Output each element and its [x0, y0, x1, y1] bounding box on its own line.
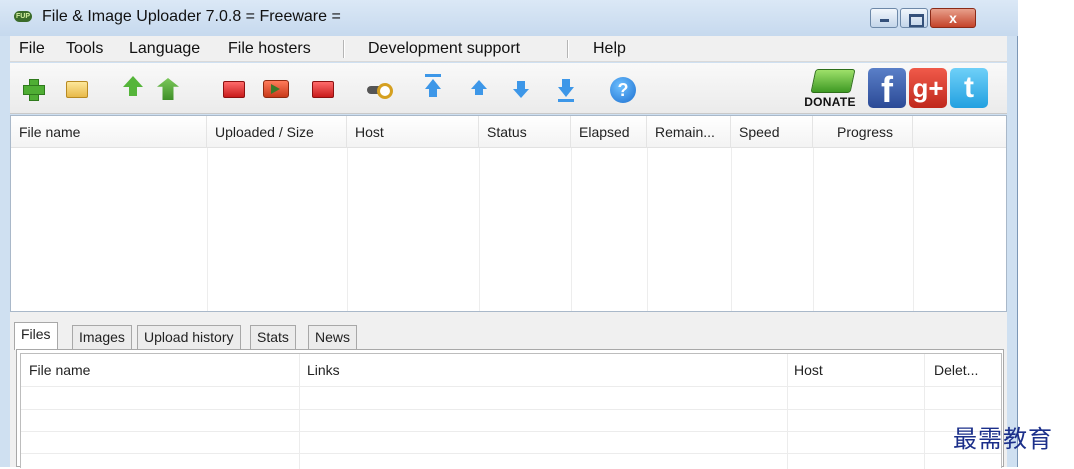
column-divider	[731, 148, 732, 311]
upload-list-header: File name Uploaded / Size Host Status El…	[11, 116, 1006, 148]
menu-tools[interactable]: Tools	[66, 40, 103, 58]
table-row	[21, 453, 1001, 454]
table-row	[21, 386, 1001, 387]
tab-files[interactable]: Files	[14, 322, 58, 350]
upload-all-icon[interactable]	[157, 78, 179, 100]
column-header-speed[interactable]: Speed	[731, 116, 813, 148]
menu-file[interactable]: File	[19, 40, 45, 58]
menu-separator	[343, 40, 345, 58]
money-icon	[810, 69, 856, 93]
move-down-icon[interactable]	[513, 81, 529, 98]
move-to-bottom-icon[interactable]	[558, 79, 574, 102]
column-header-progress[interactable]: Progress	[813, 116, 913, 148]
app-logo-icon: FUP	[14, 11, 32, 22]
tab-upload-history[interactable]: Upload history	[137, 325, 241, 349]
menu-development-support[interactable]: Development support	[368, 40, 520, 58]
stop-icon[interactable]	[312, 81, 334, 98]
column-divider	[299, 354, 300, 469]
title-bar[interactable]: FUP File & Image Uploader 7.0.8 = Freewa…	[0, 0, 1018, 36]
tab-news[interactable]: News	[308, 325, 358, 349]
twitter-icon[interactable]: t	[950, 68, 988, 108]
tab-images[interactable]: Images	[72, 325, 132, 349]
toolbar: ? DONATE f g+ t	[10, 63, 1007, 114]
column-header-host[interactable]: Host	[788, 354, 823, 386]
minimize-button[interactable]	[870, 8, 898, 28]
move-to-top-icon[interactable]	[425, 74, 441, 97]
column-header-file-name[interactable]: File name	[11, 116, 207, 148]
help-icon[interactable]: ?	[610, 77, 636, 103]
column-divider	[479, 148, 480, 311]
menu-language[interactable]: Language	[129, 40, 200, 58]
add-files-icon[interactable]	[22, 78, 45, 101]
column-divider	[813, 148, 814, 311]
tab-stats[interactable]: Stats	[250, 325, 296, 349]
column-header-elapsed[interactable]: Elapsed	[571, 116, 647, 148]
close-button[interactable]: x	[930, 8, 976, 28]
column-divider	[347, 148, 348, 311]
column-header-delete[interactable]: Delet...	[928, 354, 978, 386]
close-icon: x	[949, 10, 957, 26]
column-header-remaining[interactable]: Remain...	[647, 116, 731, 148]
window-title: File & Image Uploader 7.0.8 = Freeware =	[42, 8, 341, 25]
accounts-key-icon[interactable]	[367, 83, 393, 99]
menu-file-hosters[interactable]: File hosters	[228, 40, 311, 58]
column-divider	[647, 148, 648, 311]
menu-separator	[567, 40, 569, 58]
maximize-button[interactable]	[900, 8, 928, 28]
column-header-uploaded-size[interactable]: Uploaded / Size	[207, 116, 347, 148]
upload-queue-list[interactable]: File name Uploaded / Size Host Status El…	[10, 115, 1007, 312]
column-header-status[interactable]: Status	[479, 116, 571, 148]
upload-icon[interactable]	[123, 76, 143, 96]
column-divider	[787, 354, 788, 469]
bottom-tab-area: Files Images Upload history Stats News F…	[10, 312, 1007, 469]
menu-help[interactable]: Help	[593, 40, 626, 58]
watermark-text: 最需教育	[953, 425, 1053, 453]
tab-panel-files: File name Links Host Delet...	[16, 349, 1004, 469]
add-folder-icon[interactable]	[66, 81, 88, 98]
donate-button[interactable]: DONATE	[797, 67, 863, 111]
menu-bar: File Tools Language File hosters Develop…	[10, 36, 1007, 62]
table-row	[21, 409, 1001, 410]
facebook-icon[interactable]: f	[868, 68, 906, 110]
column-divider	[913, 148, 914, 311]
app-window: FUP File & Image Uploader 7.0.8 = Freewa…	[0, 0, 1018, 469]
table-row	[21, 431, 1001, 432]
column-divider	[571, 148, 572, 311]
column-header-links[interactable]: Links	[301, 354, 340, 386]
files-links-table[interactable]: File name Links Host Delet...	[20, 353, 1002, 469]
remove-selected-icon[interactable]	[223, 81, 245, 98]
column-divider	[207, 148, 208, 311]
google-plus-icon[interactable]: g+	[909, 68, 947, 108]
column-divider	[924, 354, 925, 469]
move-up-icon[interactable]	[471, 80, 487, 95]
column-header-file-name[interactable]: File name	[23, 354, 90, 386]
remove-uploaded-icon[interactable]	[263, 80, 289, 98]
column-header-host[interactable]: Host	[347, 116, 479, 148]
donate-label: DONATE	[804, 95, 856, 109]
